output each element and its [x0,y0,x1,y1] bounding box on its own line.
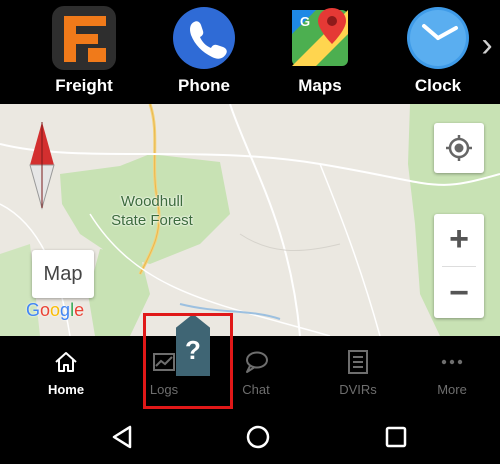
tab-more[interactable]: More [404,336,500,410]
bottom-tab-bar: Home Logs Chat DVIRs More [0,336,500,410]
google-logo-letter: G [26,300,41,320]
google-logo-letter: e [74,300,85,320]
compass-icon[interactable] [24,120,60,210]
google-logo: Google [26,300,84,321]
place-label-line2: State Forest [111,212,193,229]
clock-app-label: Clock [414,76,462,95]
zoom-in-button[interactable]: + [434,214,484,264]
more-dots-icon [441,359,463,365]
home-icon [55,352,77,372]
phone-icon [173,7,235,69]
zoom-controls: + − [434,214,484,318]
google-logo-letter: o [40,300,51,320]
home-circle-icon[interactable] [236,419,280,455]
tab-home-label: Home [47,382,85,397]
freight-app-icon [52,6,116,70]
zoom-divider [442,266,476,267]
maps-app[interactable]: G Maps [270,4,370,100]
clock-app[interactable]: Clock [388,4,488,100]
chat-icon [246,351,268,373]
tab-dvirs[interactable]: DVIRs [310,336,406,410]
google-logo-letter: g [60,300,71,320]
freight-app-label: Freight [55,76,113,95]
place-label-line1: Woodhull [120,193,184,210]
clock-icon [407,7,469,69]
maps-icon: G [292,8,348,66]
freight-app[interactable]: Freight [34,4,134,100]
highlight-box [143,313,233,409]
tab-dvirs-label: DVIRs [339,382,377,397]
dvirs-icon [348,350,368,374]
phone-app-label: Phone [178,76,230,95]
map-type-toggle-button[interactable]: Map [32,250,94,298]
place-label-woodhull-state-forest: Woodhull State Forest [92,192,212,230]
svg-text:G: G [300,14,310,29]
maps-app-label: Maps [298,76,342,95]
tab-home[interactable]: Home [18,336,114,410]
back-icon[interactable] [100,419,144,455]
app-dock: Freight Phone G Maps Clock › [0,0,500,104]
recents-icon[interactable] [374,419,418,455]
zoom-out-button[interactable]: − [434,268,484,318]
phone-app[interactable]: Phone [154,4,254,100]
my-location-button[interactable] [434,123,484,173]
android-nav-bar [0,410,500,464]
tab-more-label: More [437,382,467,397]
google-logo-letter: o [50,300,61,320]
dock-next-chevron-icon[interactable]: › [474,28,500,64]
map-view[interactable]: Woodhull State Forest + − Map Google [0,104,500,336]
crosshair-icon [446,135,472,161]
